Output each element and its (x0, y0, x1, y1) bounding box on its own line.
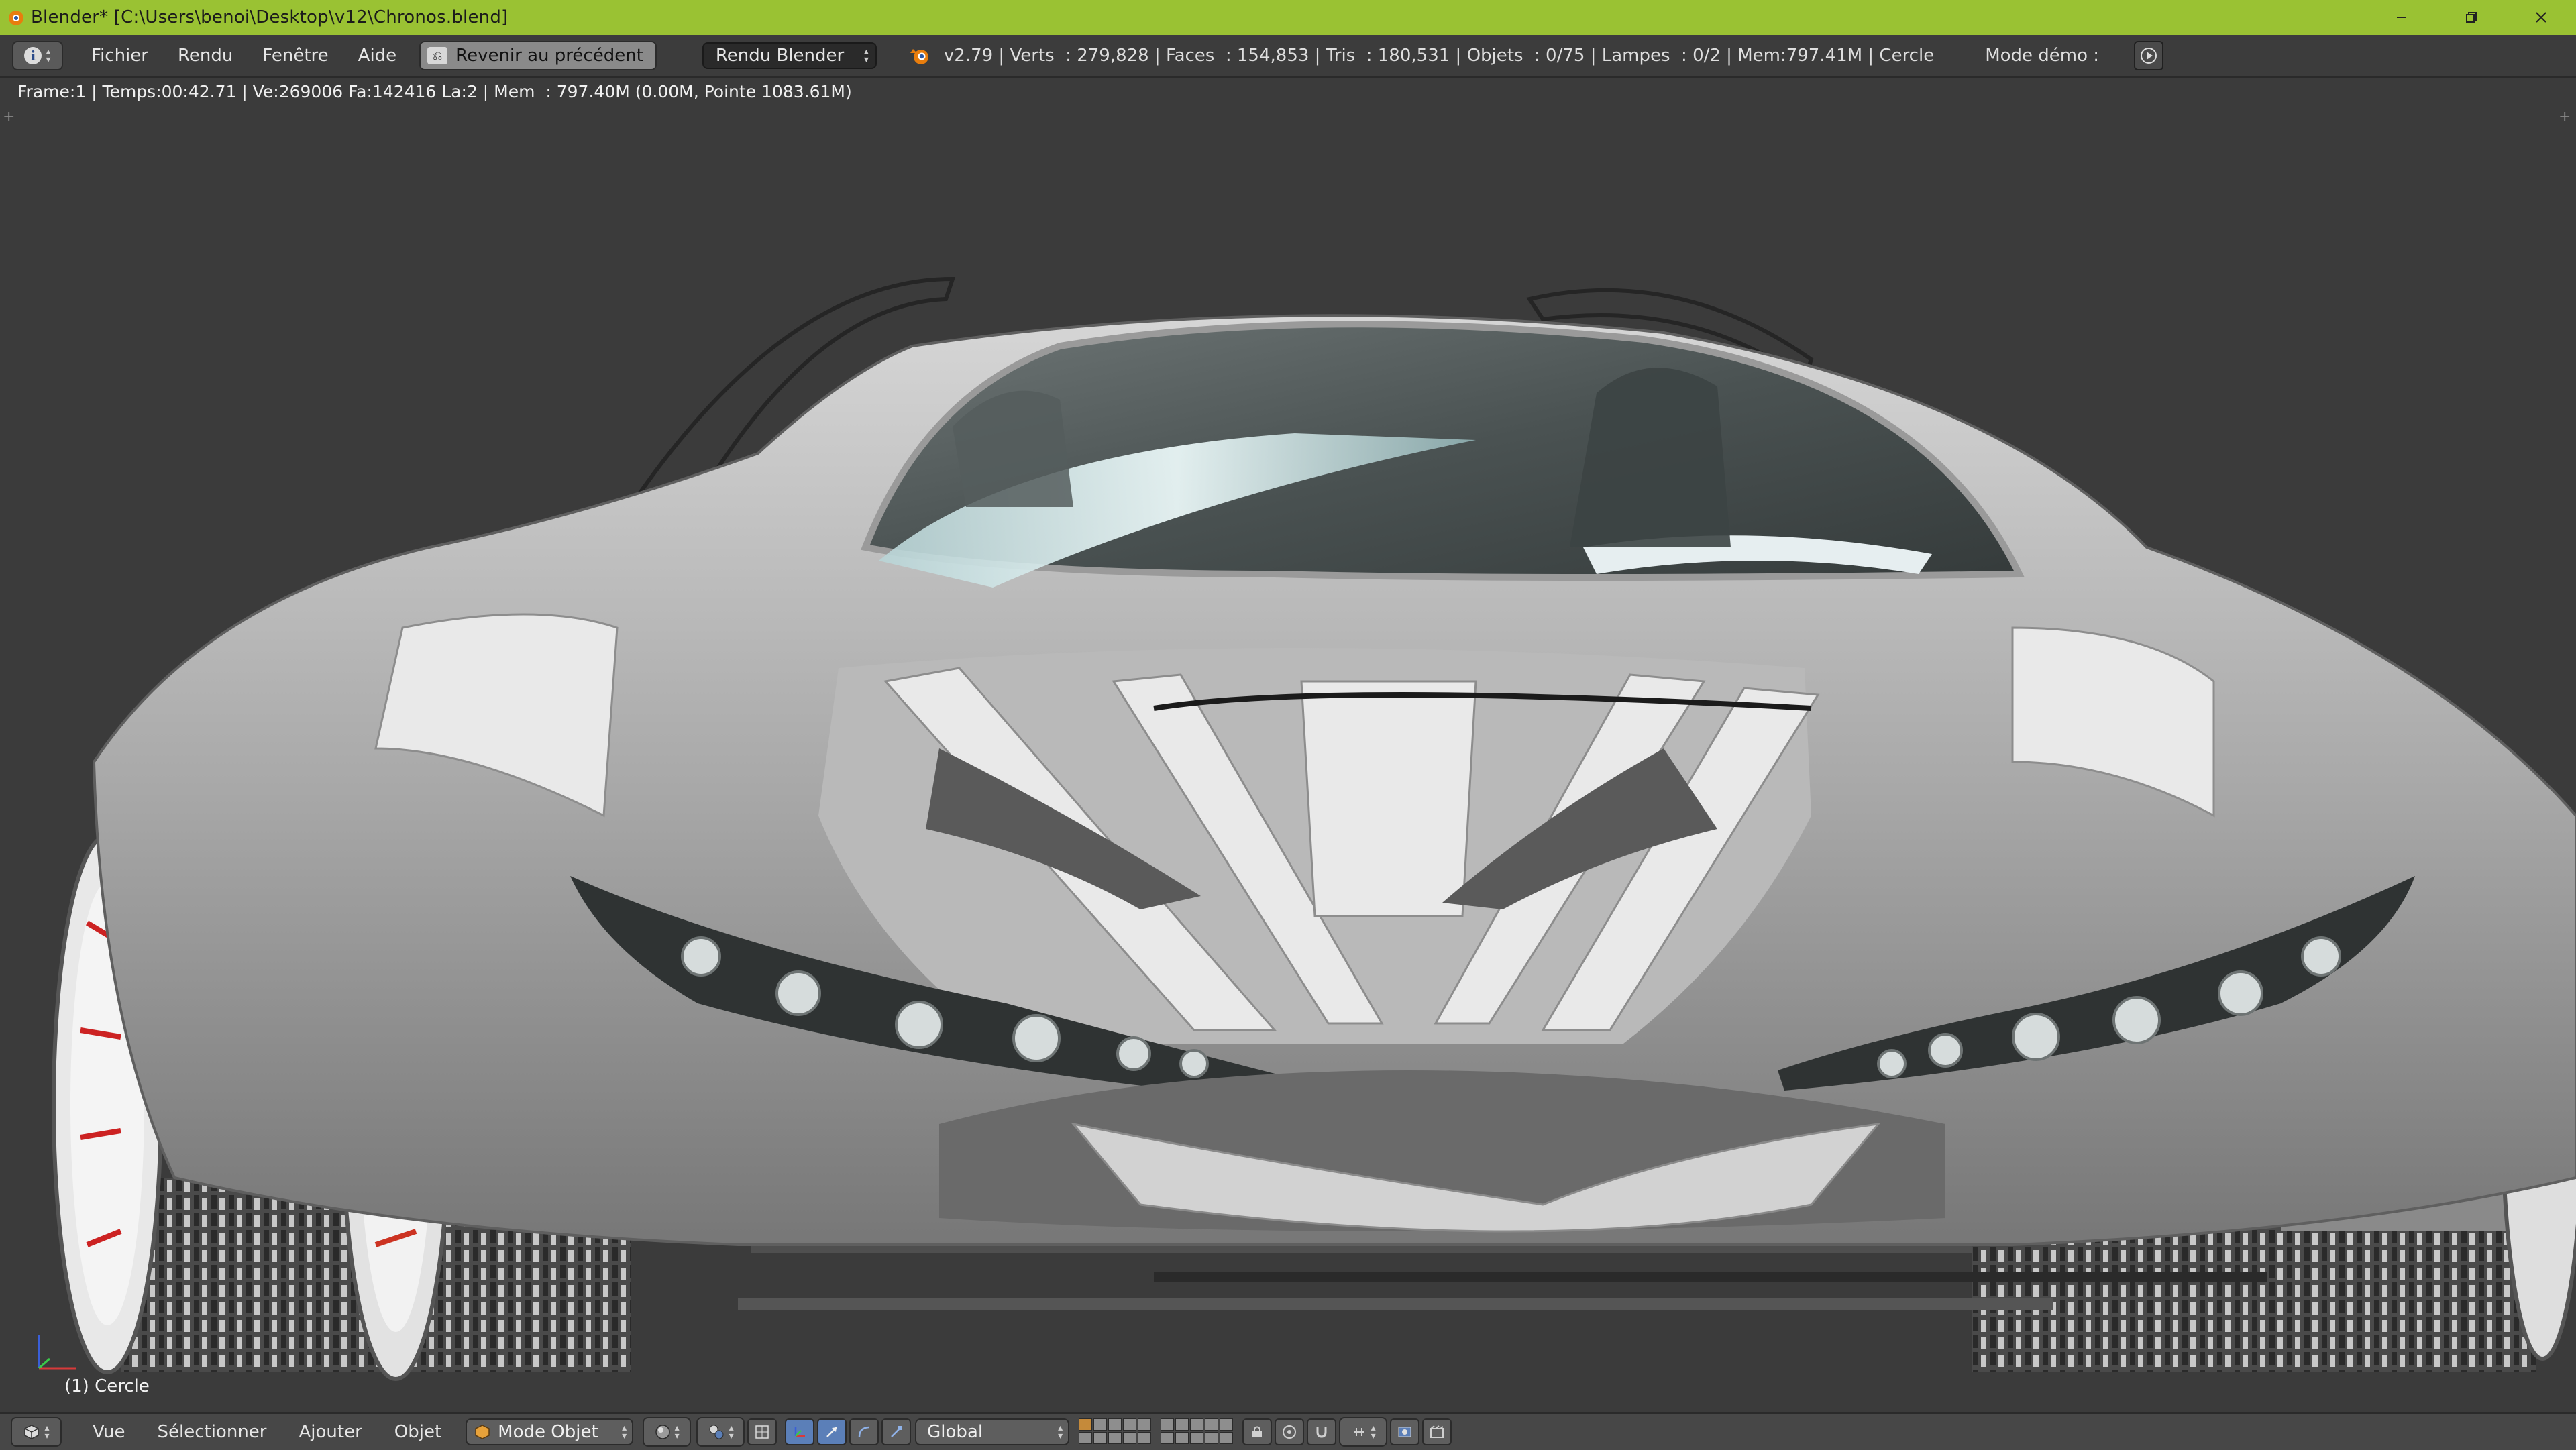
manipulator-toggle-button[interactable] (785, 1418, 815, 1445)
window-controls (2367, 0, 2576, 35)
restore-button[interactable] (2436, 0, 2506, 35)
menu-fichier[interactable]: Fichier (76, 46, 163, 66)
axes-gizmo-icon (38, 1335, 76, 1370)
snap-element-select[interactable]: ▴ ▾ (1339, 1417, 1388, 1447)
translate-arrow-icon (826, 1427, 838, 1437)
proportional-edit-button[interactable] (1275, 1418, 1305, 1445)
scale-manipulator-button[interactable] (881, 1418, 912, 1445)
layers-block-2[interactable] (1161, 1418, 1234, 1445)
object-mode-icon (475, 1425, 490, 1439)
menu-fenetre[interactable]: Fenêtre (248, 46, 343, 66)
render-animation-icon (1430, 1425, 1444, 1438)
info-icon: i (24, 47, 42, 64)
manipulator-axes-icon (794, 1427, 806, 1437)
demo-mode-label: Mode démo : (1985, 46, 2100, 66)
menu-objet[interactable]: Objet (378, 1422, 458, 1442)
viewport-shading-select[interactable]: ▴ ▾ (643, 1417, 692, 1447)
updown-arrows-icon: ▴ ▾ (729, 1423, 734, 1441)
updown-arrows-icon: ▴ ▾ (1058, 1423, 1063, 1441)
scene-stats: v2.79 | Verts : 279,828 | Faces : 154,85… (943, 46, 1935, 66)
opengl-render-animation-button[interactable] (1422, 1418, 1452, 1445)
window-title: Blender* [C:\Users\benoi\Desktop\v12\Chr… (31, 7, 508, 27)
pivot-point-select[interactable]: ▴ ▾ (696, 1417, 745, 1447)
rotate-arc-icon (858, 1426, 869, 1437)
revert-button[interactable]: ⎌ Revenir au précédent (419, 41, 657, 70)
restore-icon (2466, 12, 2477, 23)
car-model-render (52, 276, 2576, 1381)
updown-arrows-icon: ▴ ▾ (622, 1423, 627, 1441)
only-origins-button[interactable] (747, 1418, 777, 1445)
snap-toggle-button[interactable] (1307, 1418, 1337, 1445)
menu-rendu[interactable]: Rendu (163, 46, 248, 66)
updown-arrows-icon: ▴ ▾ (674, 1423, 680, 1441)
layers-block-1[interactable] (1079, 1418, 1152, 1445)
window-titlebar: Blender* [C:\Users\benoi\Desktop\v12\Chr… (0, 0, 2576, 35)
editor-type-selector-3d[interactable]: ▴ ▾ (11, 1417, 62, 1447)
play-icon (2141, 48, 2157, 64)
render-engine-select[interactable]: Rendu Blender ▴ ▾ (702, 42, 877, 69)
demo-play-button[interactable] (2134, 41, 2164, 70)
rotate-manipulator-button[interactable] (849, 1418, 879, 1445)
grid-dots-icon (755, 1425, 769, 1439)
proportional-edit-icon (1283, 1425, 1297, 1439)
3d-view-header: ▴ ▾ Vue Sélectionner Ajouter Objet Mode O… (0, 1412, 2576, 1450)
shading-sphere-icon (655, 1425, 670, 1439)
menu-aide[interactable]: Aide (343, 46, 412, 66)
minimize-button[interactable] (2367, 0, 2436, 35)
3d-view-icon (24, 1425, 40, 1439)
snap-magnet-icon (1316, 1427, 1327, 1438)
updown-arrows-icon: ▴ ▾ (863, 46, 869, 65)
render-image-icon (1398, 1427, 1411, 1437)
render-engine-value: Rendu Blender (715, 46, 845, 66)
interaction-mode-value: Mode Objet (498, 1422, 598, 1442)
3d-viewport[interactable]: Frame:1 | Temps:00:42.71 | Ve:269006 Fa:… (0, 78, 2576, 1412)
revert-label: Revenir au précédent (455, 46, 643, 66)
blender-logo-icon (910, 49, 928, 64)
interaction-mode-select[interactable]: Mode Objet ▴ ▾ (466, 1418, 634, 1445)
blender-app-icon (9, 11, 23, 25)
updown-arrows-icon: ▴ ▾ (1371, 1423, 1376, 1441)
transform-orientation-select[interactable]: Global ▴ ▾ (915, 1418, 1070, 1445)
updown-arrows-icon: ▴ ▾ (44, 1423, 50, 1441)
active-object-label: (1) Cercle (64, 1376, 150, 1396)
close-icon (2536, 12, 2546, 23)
translate-manipulator-button[interactable] (817, 1418, 847, 1445)
info-header: i ▴ ▾ Fichier Rendu Fenêtre Aide ⎌ Reveni… (0, 35, 2576, 78)
lock-camera-layers-button[interactable] (1242, 1418, 1273, 1445)
opengl-render-image-button[interactable] (1390, 1418, 1420, 1445)
pivot-point-icon (709, 1425, 724, 1439)
minimize-icon (2397, 17, 2406, 18)
close-button[interactable] (2506, 0, 2576, 35)
menu-vue[interactable]: Vue (76, 1422, 142, 1442)
menu-ajouter[interactable]: Ajouter (282, 1422, 378, 1442)
lock-layers-icon (1252, 1426, 1263, 1437)
updown-arrows-icon: ▴ ▾ (46, 46, 51, 65)
transform-orientation-value: Global (927, 1422, 983, 1442)
snap-increment-icon (1353, 1428, 1364, 1436)
menu-selectionner[interactable]: Sélectionner (142, 1422, 283, 1442)
editor-type-selector[interactable]: i ▴ ▾ (12, 41, 63, 70)
revert-icon: ⎌ (427, 47, 448, 64)
scale-handle-icon (891, 1426, 903, 1437)
